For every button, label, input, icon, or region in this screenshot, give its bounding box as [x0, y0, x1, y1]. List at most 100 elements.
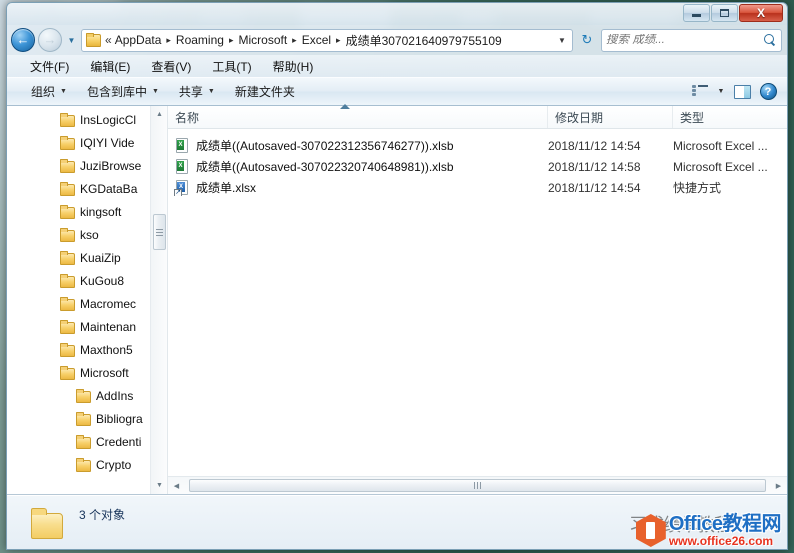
menu-item-view[interactable]: 查看(V) [146, 56, 196, 77]
column-header-row: 名称 修改日期 类型 [168, 104, 787, 129]
menu-item-help[interactable]: 帮助(H) [268, 56, 319, 77]
menu-item-file[interactable]: 文件(F) [25, 56, 74, 77]
office-logo-icon [635, 514, 666, 547]
tree-item-credentials[interactable]: Credenti [7, 430, 167, 453]
breadcrumb-overflow[interactable]: « [103, 31, 113, 49]
tree-item-label: KuGou8 [80, 273, 125, 288]
tree-item-bibliography[interactable]: Bibliogra [7, 407, 167, 430]
help-button[interactable]: ? [755, 81, 781, 103]
triangle-up-icon: ▲ [156, 111, 163, 118]
table-row[interactable]: X ↗ 成绩单.xlsx 2018/11/12 14:54 快捷方式 [168, 177, 787, 198]
address-input[interactable]: « AppData ▸ Roaming ▸ Microsoft ▸ Excel … [81, 28, 573, 52]
refresh-button[interactable]: ↻ [576, 29, 598, 52]
file-name-label: 成绩单((Autosaved-307022312356746277)).xlsb [196, 139, 454, 153]
table-row[interactable]: X 成绩单((Autosaved-307022320740648981)).xl… [168, 156, 787, 177]
tree-item-addins[interactable]: AddIns [7, 384, 167, 407]
tree-item-iqiyi-video[interactable]: IQIYI Vide [7, 131, 167, 154]
breadcrumb-item-excel[interactable]: Excel [300, 31, 333, 49]
scrollbar-thumb[interactable] [189, 479, 766, 492]
folder-icon [85, 33, 101, 47]
item-count-label: 3 个对象 [79, 508, 126, 522]
help-icon: ? [759, 83, 777, 100]
recent-locations-button[interactable]: ▼ [65, 29, 78, 51]
change-view-dropdown[interactable]: ▼ [713, 81, 729, 103]
list-view-icon [692, 85, 708, 98]
tree-item-label: Maxthon5 [80, 342, 133, 357]
tree-item-kugou8[interactable]: KuGou8 [7, 269, 167, 292]
address-dropdown-icon[interactable]: ▼ [554, 36, 570, 45]
refresh-icon: ↻ [581, 32, 593, 47]
chevron-right-icon[interactable]: ▸ [226, 35, 237, 46]
scroll-right-button[interactable]: ▶ [770, 477, 787, 494]
breadcrumb-item-current-folder[interactable]: 成绩单307021640979755109 [344, 30, 504, 51]
toolbar: 组织 ▼ 包含到库中 ▼ 共享 ▼ 新建文件夹 ▼ ? [7, 77, 787, 106]
file-list-horizontal-scrollbar[interactable]: ◀ ▶ [168, 476, 787, 494]
chevron-down-icon: ▼ [60, 88, 67, 95]
tree-item-microsoft[interactable]: Microsoft [7, 361, 167, 384]
tree-item-kuaizip[interactable]: KuaiZip [7, 246, 167, 269]
forward-button[interactable]: → [38, 28, 62, 52]
search-box[interactable] [601, 28, 782, 52]
chevron-right-icon[interactable]: ▸ [163, 35, 174, 46]
column-header-type[interactable]: 类型 [673, 106, 787, 128]
scroll-down-button[interactable]: ▼ [151, 477, 167, 494]
search-input[interactable] [606, 34, 762, 46]
column-header-date[interactable]: 修改日期 [548, 106, 673, 128]
file-name-cell[interactable]: X 成绩单((Autosaved-307022320740648981)).xl… [168, 158, 548, 175]
chevron-right-icon[interactable]: ▸ [333, 35, 344, 46]
maximize-button[interactable] [711, 4, 738, 22]
tree-item-maintenance[interactable]: Maintenan [7, 315, 167, 338]
column-header-name[interactable]: 名称 [168, 104, 548, 128]
tree-item-label: Maintenan [80, 319, 137, 334]
back-button[interactable]: ← [11, 28, 35, 52]
minimize-button[interactable] [683, 4, 710, 22]
excel-xlsb-icon: X [175, 158, 189, 175]
tree-item-macromedia[interactable]: Macromec [7, 292, 167, 315]
folder-icon [59, 274, 75, 288]
window-controls: X [682, 4, 783, 23]
tree-item-crypto[interactable]: Crypto [7, 453, 167, 476]
close-button[interactable]: X [739, 4, 783, 22]
change-view-button[interactable] [687, 81, 713, 103]
file-list-pane: 名称 修改日期 类型 X 成绩单((Autosaved-307022312356… [168, 104, 787, 494]
preview-pane-button[interactable] [729, 81, 755, 103]
file-rows: X 成绩单((Autosaved-307022312356746277)).xl… [168, 129, 787, 476]
excel-letter: X [177, 160, 184, 171]
tree-item-label: kingsoft [80, 204, 122, 219]
scrollbar-thumb[interactable] [153, 214, 166, 250]
scroll-up-button[interactable]: ▲ [151, 106, 167, 123]
table-row[interactable]: X 成绩单((Autosaved-307022312356746277)).xl… [168, 135, 787, 156]
file-name-cell[interactable]: X ↗ 成绩单.xlsx [168, 179, 548, 196]
share-button[interactable]: 共享 ▼ [169, 79, 225, 104]
tree-item-label: KGDataBa [80, 181, 138, 196]
tree-item-kgdatabase[interactable]: KGDataBa [7, 177, 167, 200]
folder-icon [75, 435, 91, 449]
file-name-cell[interactable]: X 成绩单((Autosaved-307022312356746277)).xl… [168, 137, 548, 154]
tree-item-juzibrowser[interactable]: JuziBrowse [7, 154, 167, 177]
breadcrumb-item-roaming[interactable]: Roaming [174, 31, 226, 49]
scrollbar-track[interactable] [185, 478, 770, 493]
tree-item-maxthon5[interactable]: Maxthon5 [7, 338, 167, 361]
navigation-pane-scrollbar[interactable]: ▲ ▼ [150, 106, 167, 494]
tree-item-kso[interactable]: kso [7, 223, 167, 246]
new-folder-button[interactable]: 新建文件夹 [225, 79, 305, 104]
include-in-library-button[interactable]: 包含到库中 ▼ [77, 79, 169, 104]
tree-item-kingsoft[interactable]: kingsoft [7, 200, 167, 223]
tree-item-inslogiccl[interactable]: InsLogicCl [7, 108, 167, 131]
breadcrumb-item-microsoft[interactable]: Microsoft [236, 31, 289, 49]
file-type-cell: Microsoft Excel ... [673, 138, 768, 153]
menu-item-tools[interactable]: 工具(T) [207, 56, 256, 77]
organize-label: 组织 [31, 85, 56, 99]
folder-icon [59, 136, 75, 150]
organize-button[interactable]: 组织 ▼ [21, 79, 77, 104]
folder-icon [59, 228, 75, 242]
scroll-left-button[interactable]: ◀ [168, 477, 185, 494]
folder-icon [59, 113, 75, 127]
title-bar[interactable]: X [7, 3, 787, 25]
folder-icon [75, 412, 91, 426]
excel-letter: X [177, 139, 184, 150]
menu-item-edit[interactable]: 编辑(E) [85, 56, 135, 77]
chevron-right-icon[interactable]: ▸ [289, 35, 300, 46]
desktop-background: X ← → ▼ « AppData ▸ Roaming ▸ Microsoft … [0, 0, 794, 553]
breadcrumb-item-appdata[interactable]: AppData [113, 31, 164, 49]
